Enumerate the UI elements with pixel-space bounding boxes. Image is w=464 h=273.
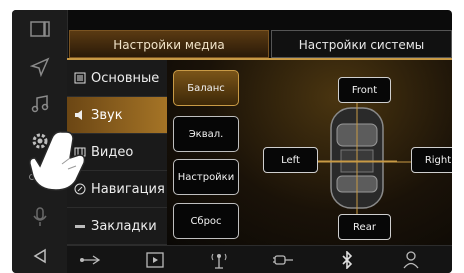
tab-bar: Настройки медиа Настройки системы <box>67 30 452 58</box>
tab-system-settings[interactable]: Настройки системы <box>271 30 452 58</box>
reset-button[interactable]: Сброс <box>173 203 239 239</box>
phone-link-icon[interactable] <box>387 246 435 273</box>
left-button[interactable]: Left <box>263 147 318 173</box>
video-icon[interactable] <box>131 246 179 273</box>
source-bar <box>67 245 452 273</box>
sound-panel: Баланс Эквал. Настройки Сброс Front Left… <box>167 60 452 245</box>
head-unit-screen: Настройки медиа Настройки системы Основн… <box>12 10 452 273</box>
bookmark-icon <box>73 219 87 233</box>
balance-button[interactable]: Баланс <box>173 70 239 106</box>
music-icon[interactable] <box>12 87 67 121</box>
aux-plug-icon[interactable] <box>259 246 307 273</box>
rear-button[interactable]: Rear <box>338 214 391 240</box>
microphone-icon[interactable] <box>12 200 67 234</box>
navigation-arrow-icon[interactable] <box>12 50 67 84</box>
radio-antenna-icon[interactable] <box>195 246 243 273</box>
equalizer-button[interactable]: Эквал. <box>173 116 239 152</box>
menu-item-label: Основные <box>91 70 160 86</box>
menu-item-general[interactable]: Основные <box>67 60 167 97</box>
menu-item-label: Звук <box>91 107 123 123</box>
menu-item-label: Видео <box>91 144 134 160</box>
back-icon[interactable] <box>12 239 67 273</box>
menu-item-label: Закладки <box>91 218 157 234</box>
menu-item-label: Навигация <box>91 181 165 197</box>
front-button[interactable]: Front <box>338 77 391 103</box>
bluetooth-icon[interactable] <box>323 246 371 273</box>
settings-button[interactable]: Настройки <box>173 159 239 195</box>
usb-icon[interactable] <box>67 246 115 273</box>
car-top-view <box>317 102 397 214</box>
list-icon <box>73 71 87 85</box>
right-button[interactable]: Right <box>411 147 452 173</box>
hand-pointer-icon <box>29 131 86 191</box>
window-icon[interactable] <box>12 12 67 46</box>
tab-media-settings[interactable]: Настройки медиа <box>69 30 269 58</box>
menu-item-bookmarks[interactable]: Закладки <box>67 208 167 245</box>
speaker-icon <box>73 108 87 122</box>
